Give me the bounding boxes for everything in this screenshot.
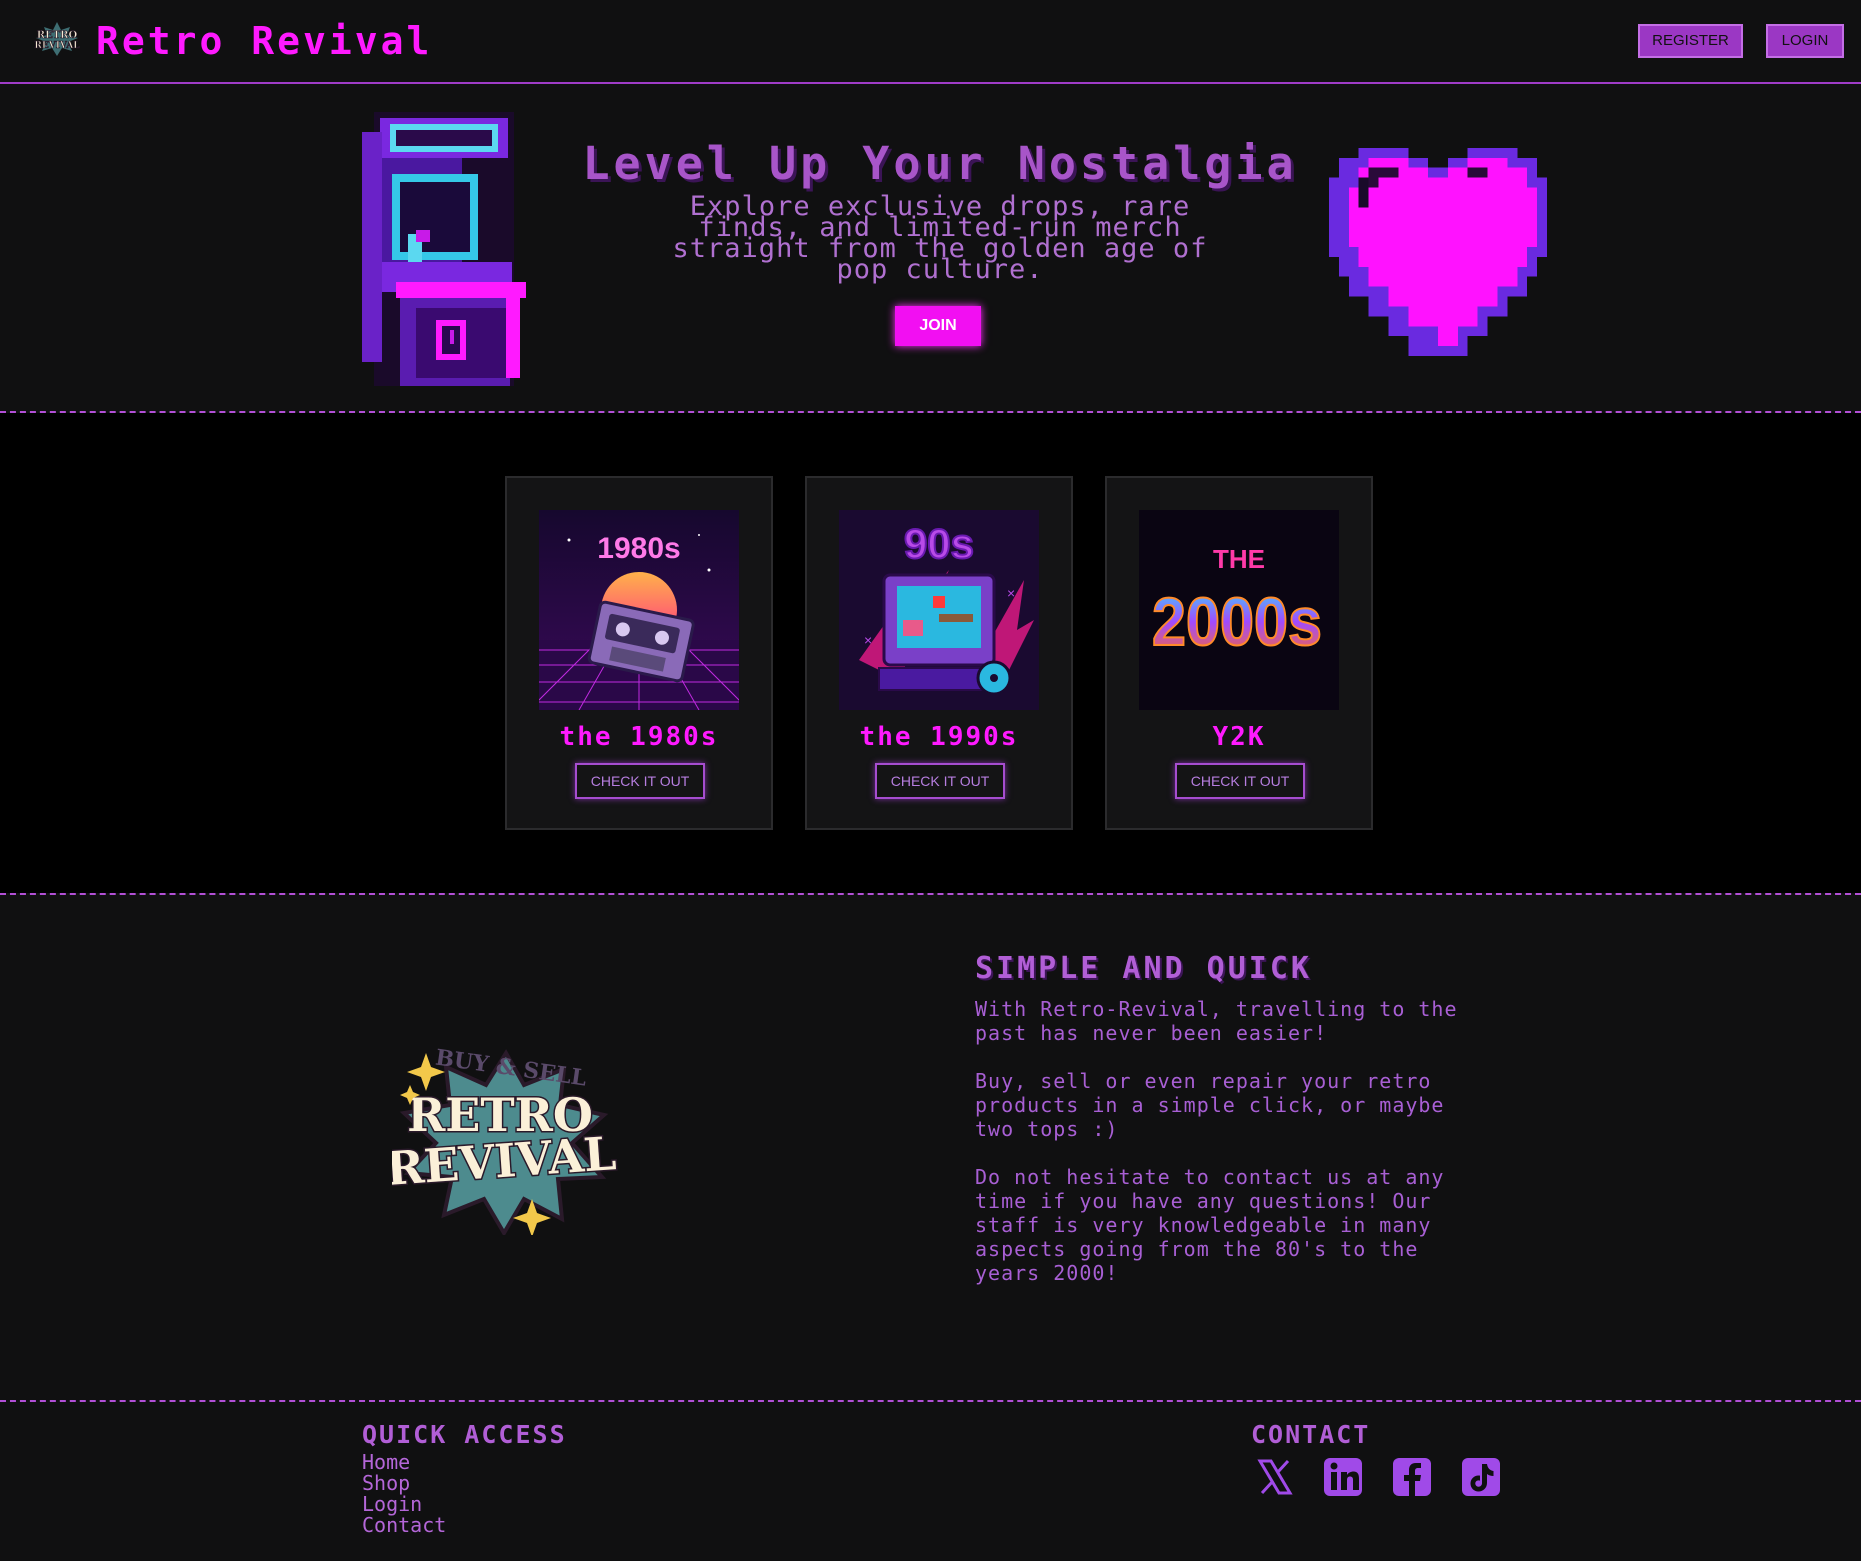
about-title: SIMPLE AND QUICK: [975, 951, 1312, 986]
svg-text:×: ×: [864, 632, 872, 648]
pixel-heart-icon: [1329, 147, 1547, 356]
brand-title[interactable]: Retro Revival: [96, 20, 432, 62]
about-paragraph: With Retro-Revival, travelling to the pa…: [975, 997, 1458, 1045]
contact-title: CONTACT: [1251, 1420, 1371, 1449]
the-2000s-image[interactable]: THE 2000s: [1139, 510, 1339, 710]
linkedin-icon[interactable]: [1322, 1456, 1364, 1498]
footer-link-contact[interactable]: Contact: [362, 1515, 446, 1536]
join-button[interactable]: JOIN: [895, 306, 981, 346]
svg-text:90s: 90s: [904, 520, 974, 567]
hero-title: Level Up Your Nostalgia: [582, 137, 1298, 190]
decade-card-2000s: THE 2000s Y2K CHECK IT OUT: [1105, 476, 1373, 830]
decade-title: Y2K: [1212, 722, 1266, 752]
svg-text:1980s: 1980s: [597, 532, 680, 565]
cassette-1980s-image[interactable]: 1980s: [539, 510, 739, 710]
footer-link-shop[interactable]: Shop: [362, 1473, 446, 1494]
quick-access-title: QUICK ACCESS: [362, 1420, 567, 1449]
footer-link-login[interactable]: Login: [362, 1494, 446, 1515]
decade-title: the 1980s: [559, 722, 719, 752]
retro-revival-badge-logo: BUY & SELL RETRO REVIVAL: [392, 1045, 619, 1235]
tiktok-icon[interactable]: [1460, 1456, 1502, 1498]
register-button[interactable]: REGISTER: [1638, 24, 1743, 58]
check-it-out-button[interactable]: CHECK IT OUT: [575, 763, 705, 799]
svg-text:REVIVAL: REVIVAL: [34, 41, 80, 51]
computer-1990s-image[interactable]: 90s × ×: [839, 510, 1039, 710]
login-button[interactable]: LOGIN: [1766, 24, 1844, 58]
about-paragraph: Buy, sell or even repair your retro prod…: [975, 1069, 1445, 1141]
svg-text:RETRO: RETRO: [37, 30, 78, 41]
footer-link-home[interactable]: Home: [362, 1452, 446, 1473]
hero-subtitle: Explore exclusive drops, rare finds, and…: [672, 191, 1208, 285]
retro-revival-logo-icon[interactable]: RETRO REVIVAL: [34, 20, 80, 58]
site-header: RETRO REVIVAL Retro Revival REGISTER LOG…: [0, 0, 1861, 84]
facebook-icon[interactable]: [1391, 1456, 1433, 1498]
decades-section: 1980s the 1980s CHECK IT OUT 90s × × the…: [0, 413, 1861, 893]
image-text-the: THE: [1213, 544, 1265, 574]
x-icon[interactable]: [1254, 1456, 1296, 1498]
check-it-out-button[interactable]: CHECK IT OUT: [1175, 763, 1305, 799]
quick-access-links: Home Shop Login Contact: [362, 1452, 446, 1536]
arcade-cabinet-icon: [362, 112, 526, 386]
check-it-out-button[interactable]: CHECK IT OUT: [875, 763, 1005, 799]
decade-card-1980s: 1980s the 1980s CHECK IT OUT: [505, 476, 773, 830]
about-text: With Retro-Revival, travelling to the pa…: [975, 997, 1495, 1309]
about-section: BUY & SELL RETRO REVIVAL SIMPLE AND QUIC…: [0, 895, 1861, 1400]
about-paragraph: Do not hesitate to contact us at any tim…: [975, 1165, 1445, 1285]
hero-section: Level Up Your Nostalgia Explore exclusiv…: [0, 86, 1861, 411]
decade-card-1990s: 90s × × the 1990s CHECK IT OUT: [805, 476, 1073, 830]
decade-title: the 1990s: [859, 722, 1019, 752]
site-footer: QUICK ACCESS Home Shop Login Contact CON…: [0, 1402, 1861, 1561]
svg-text:×: ×: [1007, 585, 1015, 601]
svg-text:2000s: 2000s: [1152, 584, 1322, 660]
